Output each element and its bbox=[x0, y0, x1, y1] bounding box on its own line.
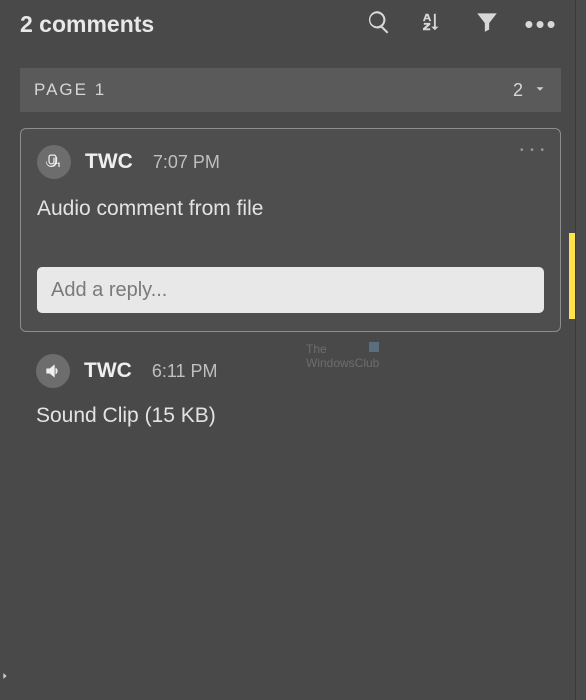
page-group-label: PAGE 1 bbox=[34, 80, 106, 100]
filter-icon bbox=[474, 9, 500, 40]
page-group-count: 2 bbox=[513, 80, 523, 101]
speaker-icon bbox=[36, 354, 70, 388]
comments-panel: 2 comments ••• PAGE 1 bbox=[0, 0, 576, 700]
comment-body: Audio comment from file bbox=[37, 197, 544, 221]
scroll-accent-marker bbox=[569, 233, 575, 319]
more-options-button[interactable]: ••• bbox=[527, 10, 555, 38]
comment-header: TWC 6:11 PM bbox=[36, 354, 545, 388]
comment-header: TWC 7:07 PM bbox=[37, 145, 544, 179]
sort-button[interactable] bbox=[419, 10, 447, 38]
reply-input[interactable] bbox=[37, 267, 544, 313]
chevron-down-icon bbox=[533, 80, 547, 101]
page-group-right: 2 bbox=[513, 80, 547, 101]
search-icon bbox=[366, 9, 392, 40]
comment-list: • • • TWC 7:07 PM Audio comment from fil… bbox=[0, 112, 575, 428]
panel-header: 2 comments ••• bbox=[0, 0, 575, 44]
panel-collapse-handle[interactable] bbox=[0, 668, 10, 684]
comment-author: TWC bbox=[84, 359, 132, 383]
comments-count-title: 2 comments bbox=[20, 11, 154, 38]
chevron-right-icon bbox=[0, 669, 10, 683]
sort-az-icon bbox=[422, 11, 444, 38]
comment-item-selected[interactable]: • • • TWC 7:07 PM Audio comment from fil… bbox=[20, 128, 561, 332]
comment-body: Sound Clip (15 KB) bbox=[36, 404, 545, 428]
comment-time: 7:07 PM bbox=[153, 152, 220, 173]
more-icon: ••• bbox=[524, 11, 557, 37]
search-button[interactable] bbox=[365, 10, 393, 38]
attachment-comment-icon bbox=[37, 145, 71, 179]
page-group-bar[interactable]: PAGE 1 2 bbox=[20, 68, 561, 112]
header-actions: ••• bbox=[365, 10, 559, 38]
comment-time: 6:11 PM bbox=[152, 361, 218, 382]
comment-more-button[interactable]: • • • bbox=[520, 145, 546, 156]
comment-author: TWC bbox=[85, 150, 133, 174]
comment-item[interactable]: TWC 6:11 PM Sound Clip (15 KB) bbox=[20, 332, 561, 428]
filter-button[interactable] bbox=[473, 10, 501, 38]
